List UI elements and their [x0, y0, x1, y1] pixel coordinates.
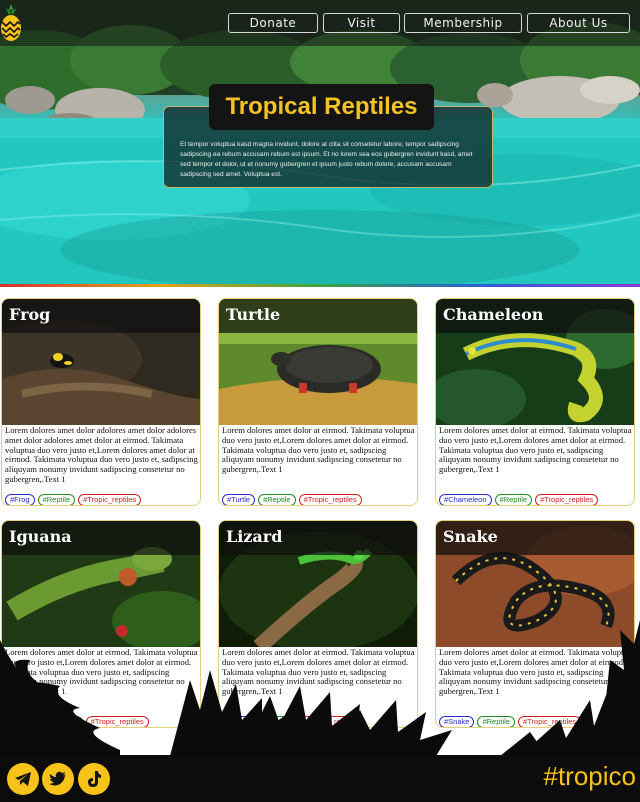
hero-banner: Donate Visit Membership About Us Et temp…	[0, 0, 640, 284]
tag-list: #Snake #Reptile #Tropic_reptiles	[439, 709, 584, 727]
page-title: Tropical Reptiles	[225, 93, 418, 120]
tag-list: #Frog #Reptile #Tropic_reptiles	[5, 487, 144, 505]
nav-visit-button[interactable]: Visit	[323, 13, 400, 33]
card-text: Lorem dolores amet dolor at eirmod. Taki…	[222, 647, 415, 697]
tag-animal[interactable]: #Chameleon	[439, 494, 492, 505]
nav-donate-button[interactable]: Donate	[228, 13, 318, 33]
tag-reptile[interactable]: #Reptile	[259, 716, 298, 727]
tag-tropic-reptiles[interactable]: #Tropic_reptiles	[535, 494, 599, 505]
tag-animal[interactable]: #Lizard	[222, 716, 257, 727]
card-text: Lorem dolores amet dolor at eirmod. Taki…	[439, 647, 632, 697]
tag-list: #Lizard #Reptile #Tropic_reptiles	[222, 709, 366, 727]
card-title: Turtle	[226, 305, 281, 324]
card-snake[interactable]: Snake Lorem dolores amet dolor at eirmod…	[435, 520, 635, 728]
tag-reptile[interactable]: #Reptile	[258, 494, 296, 505]
tag-list: #Turtle #Reptile #Tropic_reptiles	[222, 487, 365, 505]
tag-animal[interactable]: #Snake	[439, 716, 475, 727]
tiktok-icon[interactable]	[78, 763, 110, 795]
card-turtle[interactable]: Turtle Lorem dolores amet dolor at eirmo…	[218, 298, 418, 506]
hero-title-box: Tropical Reptiles	[209, 84, 434, 130]
card-iguana[interactable]: Iguana Lorem dolores amet dolor at eirmo…	[1, 520, 201, 728]
card-title: Lizard	[226, 527, 283, 546]
divider	[0, 284, 640, 287]
tag-list: #Iguana #Reptile #Tropic_reptiles	[5, 709, 152, 727]
nav-membership-button[interactable]: Membership	[404, 13, 522, 33]
hashtag-text: #tropico	[543, 761, 637, 791]
tag-tropic-reptiles[interactable]: #Tropic_reptiles	[298, 494, 362, 505]
card-chameleon[interactable]: Chameleon Lorem dolores amet dolor at ei…	[435, 298, 635, 506]
tag-animal[interactable]: #Frog	[5, 494, 35, 505]
twitter-icon[interactable]	[42, 763, 74, 795]
hero-description: Et tempor voluptua kasd magna invidunt, …	[180, 141, 473, 178]
tag-reptile[interactable]: #Reptile	[494, 494, 533, 505]
tag-tropic-reptiles[interactable]: #Tropic_reptiles	[78, 494, 142, 505]
tag-animal[interactable]: #Iguana	[5, 716, 43, 727]
telegram-icon[interactable]	[7, 763, 39, 795]
card-lizard[interactable]: Lizard Lorem dolores amet dolor at eirmo…	[218, 520, 418, 728]
card-title: Frog	[9, 305, 51, 324]
nav-about-us-button[interactable]: About Us	[527, 13, 630, 33]
tag-tropic-reptiles[interactable]: #Tropic_reptiles	[85, 716, 149, 727]
card-title: Snake	[443, 527, 498, 546]
tag-reptile[interactable]: #Reptile	[477, 716, 515, 727]
card-title: Iguana	[9, 527, 72, 546]
card-frog[interactable]: Frog Lorem dolores amet dolor adolores a…	[1, 298, 201, 506]
card-text: Lorem dolores amet dolor at eirmod. Taki…	[5, 647, 198, 697]
tag-reptile[interactable]: #Reptile	[37, 494, 76, 505]
tag-tropic-reptiles[interactable]: #Tropic_reptiles	[300, 716, 364, 727]
card-title: Chameleon	[443, 305, 544, 324]
card-text: Lorem dolores amet dolor at eirmod. Taki…	[439, 425, 632, 475]
top-navigation-bar: Donate Visit Membership About Us	[0, 0, 640, 46]
card-text: Lorem dolores amet dolor adolores amet d…	[5, 425, 198, 484]
tag-animal[interactable]: #Turtle	[222, 494, 256, 505]
pineapple-icon[interactable]	[0, 2, 22, 42]
footer: #tropico	[0, 755, 640, 802]
tag-list: #Chameleon #Reptile #Tropic_reptiles	[439, 487, 601, 505]
tag-tropic-reptiles[interactable]: #Tropic_reptiles	[517, 716, 582, 727]
card-text: Lorem dolores amet dolor at eirmod. Taki…	[222, 425, 415, 475]
tag-reptile[interactable]: #Reptile	[45, 716, 83, 727]
